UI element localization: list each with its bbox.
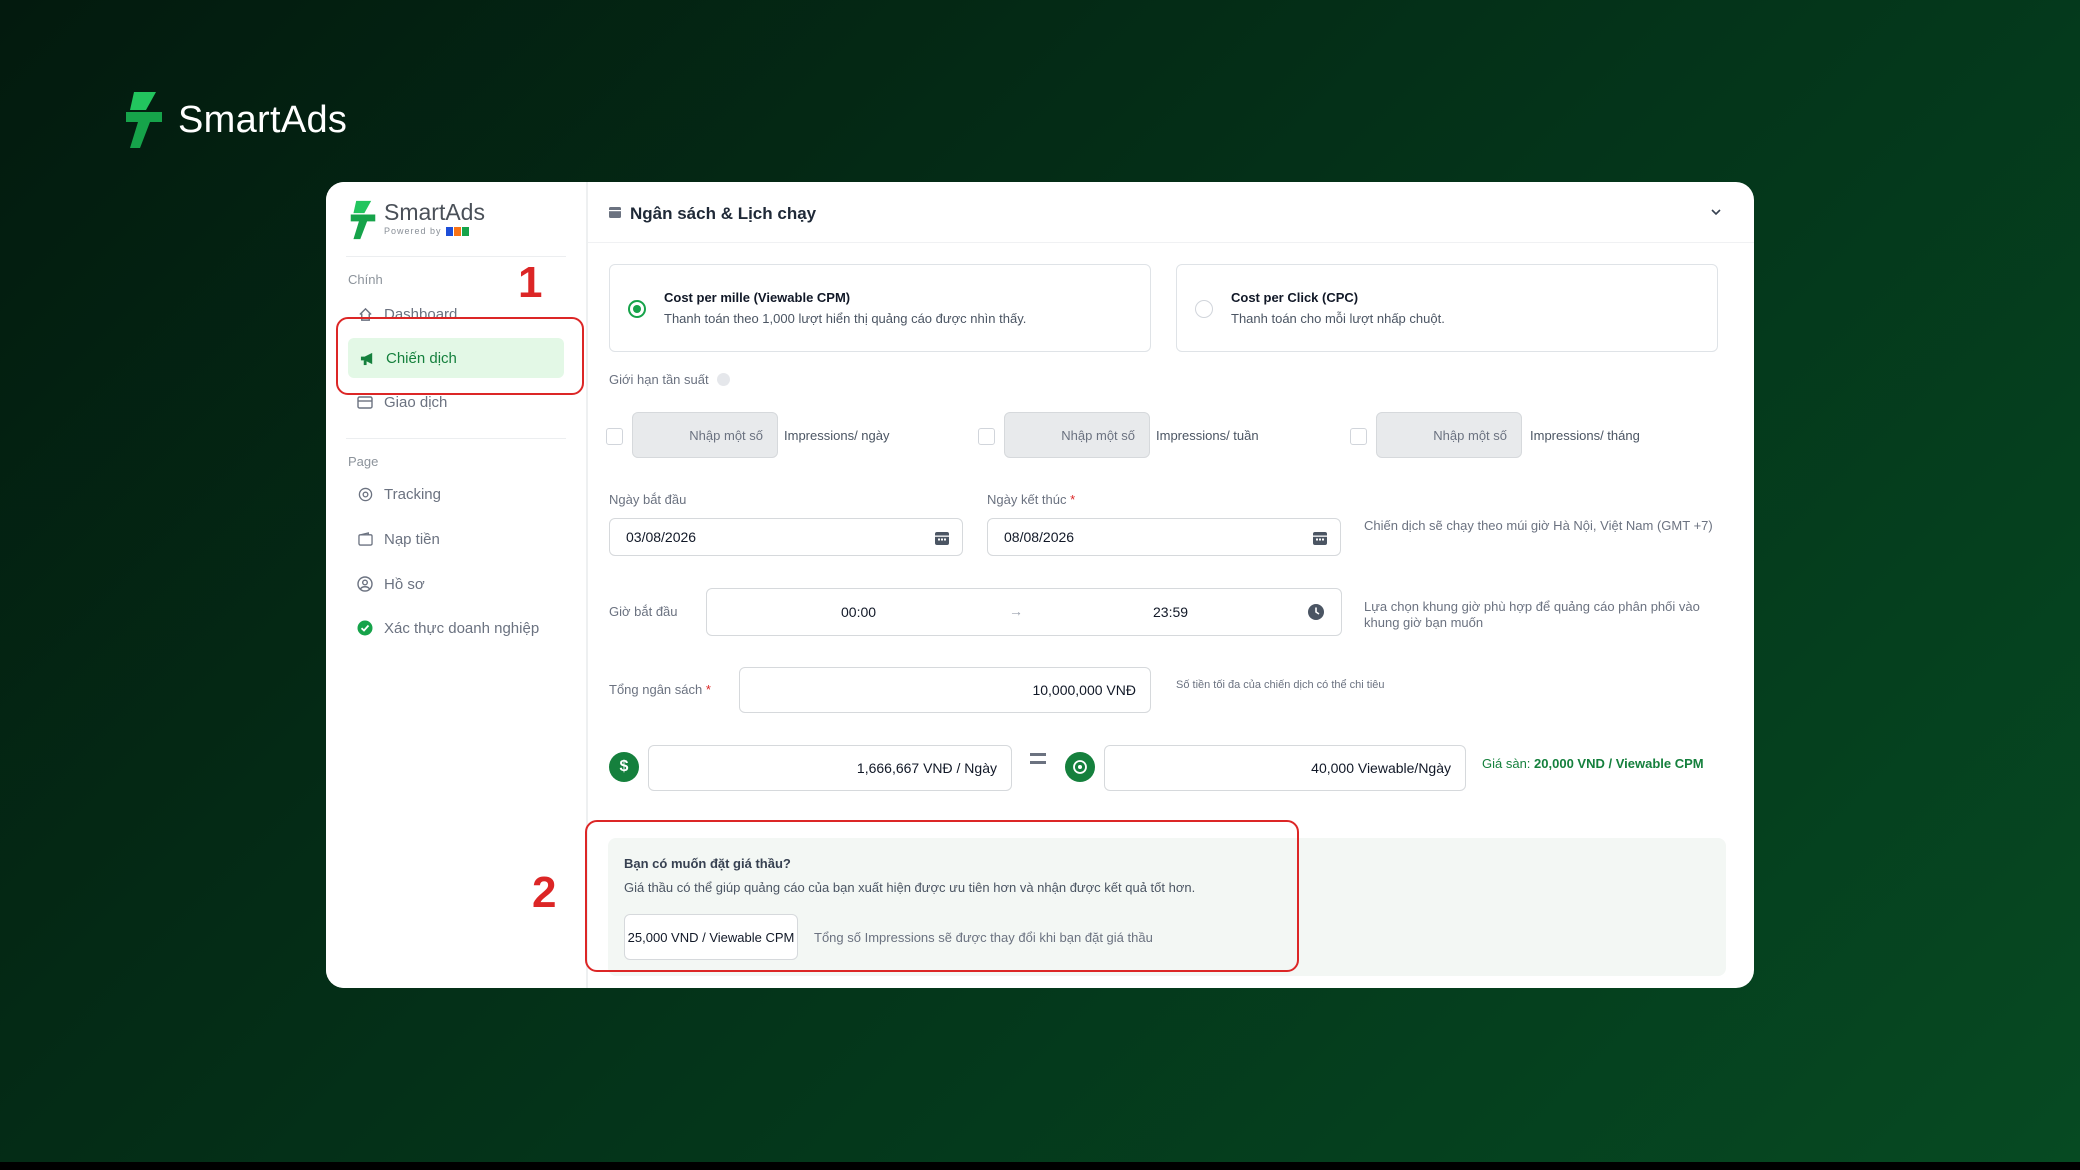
brand-name: SmartAds: [178, 98, 348, 141]
sidebar-item-business-verification[interactable]: Xác thực doanh nghiệp: [346, 608, 566, 648]
frequency-day-checkbox[interactable]: [606, 428, 623, 445]
radio-cpc[interactable]: [1195, 300, 1213, 318]
required-mark: *: [1070, 492, 1076, 507]
card-icon: [356, 393, 374, 411]
payment-option-cpm[interactable]: Cost per mille (Viewable CPM) Thanh toán…: [609, 264, 1151, 352]
fpt-logo-icon: [445, 226, 470, 236]
time-hint: Lựa chọn khung giờ phù hợp để quảng cáo …: [1364, 599, 1700, 630]
sidebar-item-tracking[interactable]: Tracking: [346, 474, 566, 514]
payment-title: Cost per mille (Viewable CPM): [664, 290, 851, 305]
powered-by-text: Powered by: [384, 226, 442, 236]
calendar-icon: [935, 532, 949, 545]
frequency-week-input[interactable]: Nhập một số: [1004, 412, 1150, 458]
frequency-week-unit: Impressions/ tuần: [1156, 428, 1259, 443]
annotation-box-2: [585, 820, 1299, 972]
annotation-number-1: 1: [518, 258, 543, 307]
frequency-day-unit: Impressions/ ngày: [784, 428, 890, 443]
end-date-value: 08/08/2026: [1004, 529, 1075, 545]
calendar-icon: [608, 204, 622, 224]
floor-price-label: Giá sàn:: [1482, 756, 1531, 771]
frequency-month-checkbox[interactable]: [1350, 428, 1367, 445]
sidebar-item-label: Hồ sơ: [384, 575, 425, 593]
info-icon[interactable]: [716, 373, 730, 386]
sidebar-divider: [346, 438, 566, 439]
frequency-cap-label: Giới hạn tần suất: [609, 372, 730, 387]
sidebar-item-topup[interactable]: Nạp tiền: [346, 519, 566, 559]
smartads-logo-icon: [126, 92, 162, 148]
eye-icon: [1065, 752, 1095, 782]
time-end-value: 23:59: [1153, 604, 1189, 620]
bottom-strip: [0, 1162, 2080, 1170]
clock-icon: [1308, 604, 1324, 620]
floor-price: Giá sàn: 20,000 VND / Viewable CPM: [1482, 756, 1704, 771]
sidebar-divider: [346, 256, 566, 257]
budget-hint: Số tiền tối đa của chiến dịch có thể chi…: [1176, 679, 1385, 691]
user-circle-icon: [356, 575, 374, 593]
section-header[interactable]: Ngân sách & Lịch chạy: [608, 198, 816, 230]
payment-desc: Thanh toán cho mỗi lượt nhấp chuột.: [1231, 311, 1445, 326]
payment-option-cpc[interactable]: Cost per Click (CPC) Thanh toán cho mỗi …: [1176, 264, 1718, 352]
section-title: Ngân sách & Lịch chạy: [630, 204, 817, 223]
daily-budget-input[interactable]: 1,666,667 VNĐ / Ngày: [648, 745, 1012, 791]
start-date-value: 03/08/2026: [626, 529, 697, 545]
end-date-input[interactable]: 08/08/2026: [987, 518, 1341, 556]
annotation-number-2: 2: [532, 868, 557, 917]
sidebar-item-profile[interactable]: Hồ sơ: [346, 564, 566, 604]
payment-desc: Thanh toán theo 1,000 lượt hiển thị quản…: [664, 311, 1027, 326]
end-date-label: Ngày kết thúc *: [987, 492, 1075, 507]
check-circle-icon: [356, 619, 374, 637]
calendar-icon: [1313, 532, 1327, 545]
radio-cpm[interactable]: [628, 300, 646, 318]
sidebar-item-label: Xác thực doanh nghiệp: [384, 619, 540, 637]
dollar-icon: $: [609, 752, 639, 782]
sidebar-item-label: Giao dịch: [384, 393, 448, 411]
time-label: Giờ bắt đầu: [609, 604, 678, 619]
equals-icon: [1030, 753, 1046, 765]
frequency-month-input[interactable]: Nhập một số: [1376, 412, 1522, 458]
sidebar-item-label: Tracking: [384, 485, 441, 503]
smartads-logo-icon: [350, 200, 376, 240]
total-budget-input[interactable]: 10,000,000 VNĐ: [739, 667, 1151, 713]
time-start-value: 00:00: [841, 604, 877, 620]
frequency-month-unit: Impressions/ tháng: [1530, 428, 1640, 443]
frequency-day-input[interactable]: Nhập một số: [632, 412, 778, 458]
floor-price-value: 20,000 VND / Viewable CPM: [1534, 756, 1704, 771]
frequency-cap-text: Giới hạn tần suất: [609, 372, 709, 387]
budget-label-text: Tổng ngân sách: [609, 682, 703, 697]
sidebar-logo[interactable]: SmartAds Powered by: [348, 200, 485, 240]
frequency-week-checkbox[interactable]: [978, 428, 995, 445]
sidebar-item-label: Nạp tiền: [384, 530, 440, 548]
chevron-down-icon[interactable]: [1708, 204, 1724, 220]
time-range-input[interactable]: 00:00 → 23:59: [706, 588, 1342, 636]
budget-label: Tổng ngân sách *: [609, 682, 711, 697]
sidebar-logo-name: SmartAds: [384, 199, 485, 225]
payment-title: Cost per Click (CPC): [1231, 290, 1359, 305]
brand-header: SmartAds: [122, 92, 347, 148]
end-date-label-text: Ngày kết thúc: [987, 492, 1067, 507]
required-mark: *: [705, 682, 711, 697]
start-date-label: Ngày bắt đầu: [609, 492, 687, 507]
target-icon: [356, 485, 374, 503]
timezone-hint: Chiến dịch sẽ chạy theo múi giờ Hà Nội, …: [1364, 518, 1713, 533]
header-divider: [588, 242, 1754, 243]
start-date-input[interactable]: 03/08/2026: [609, 518, 963, 556]
wallet-icon: [356, 530, 374, 548]
arrow-right-icon: →: [1009, 603, 1023, 619]
annotation-box-1: [336, 317, 584, 395]
daily-views-input[interactable]: 40,000 Viewable/Ngày: [1104, 745, 1466, 791]
sidebar-section-page: Page: [348, 454, 379, 469]
sidebar-logo-sub: Powered by: [384, 226, 485, 236]
sidebar-section-main: Chính: [348, 272, 383, 287]
